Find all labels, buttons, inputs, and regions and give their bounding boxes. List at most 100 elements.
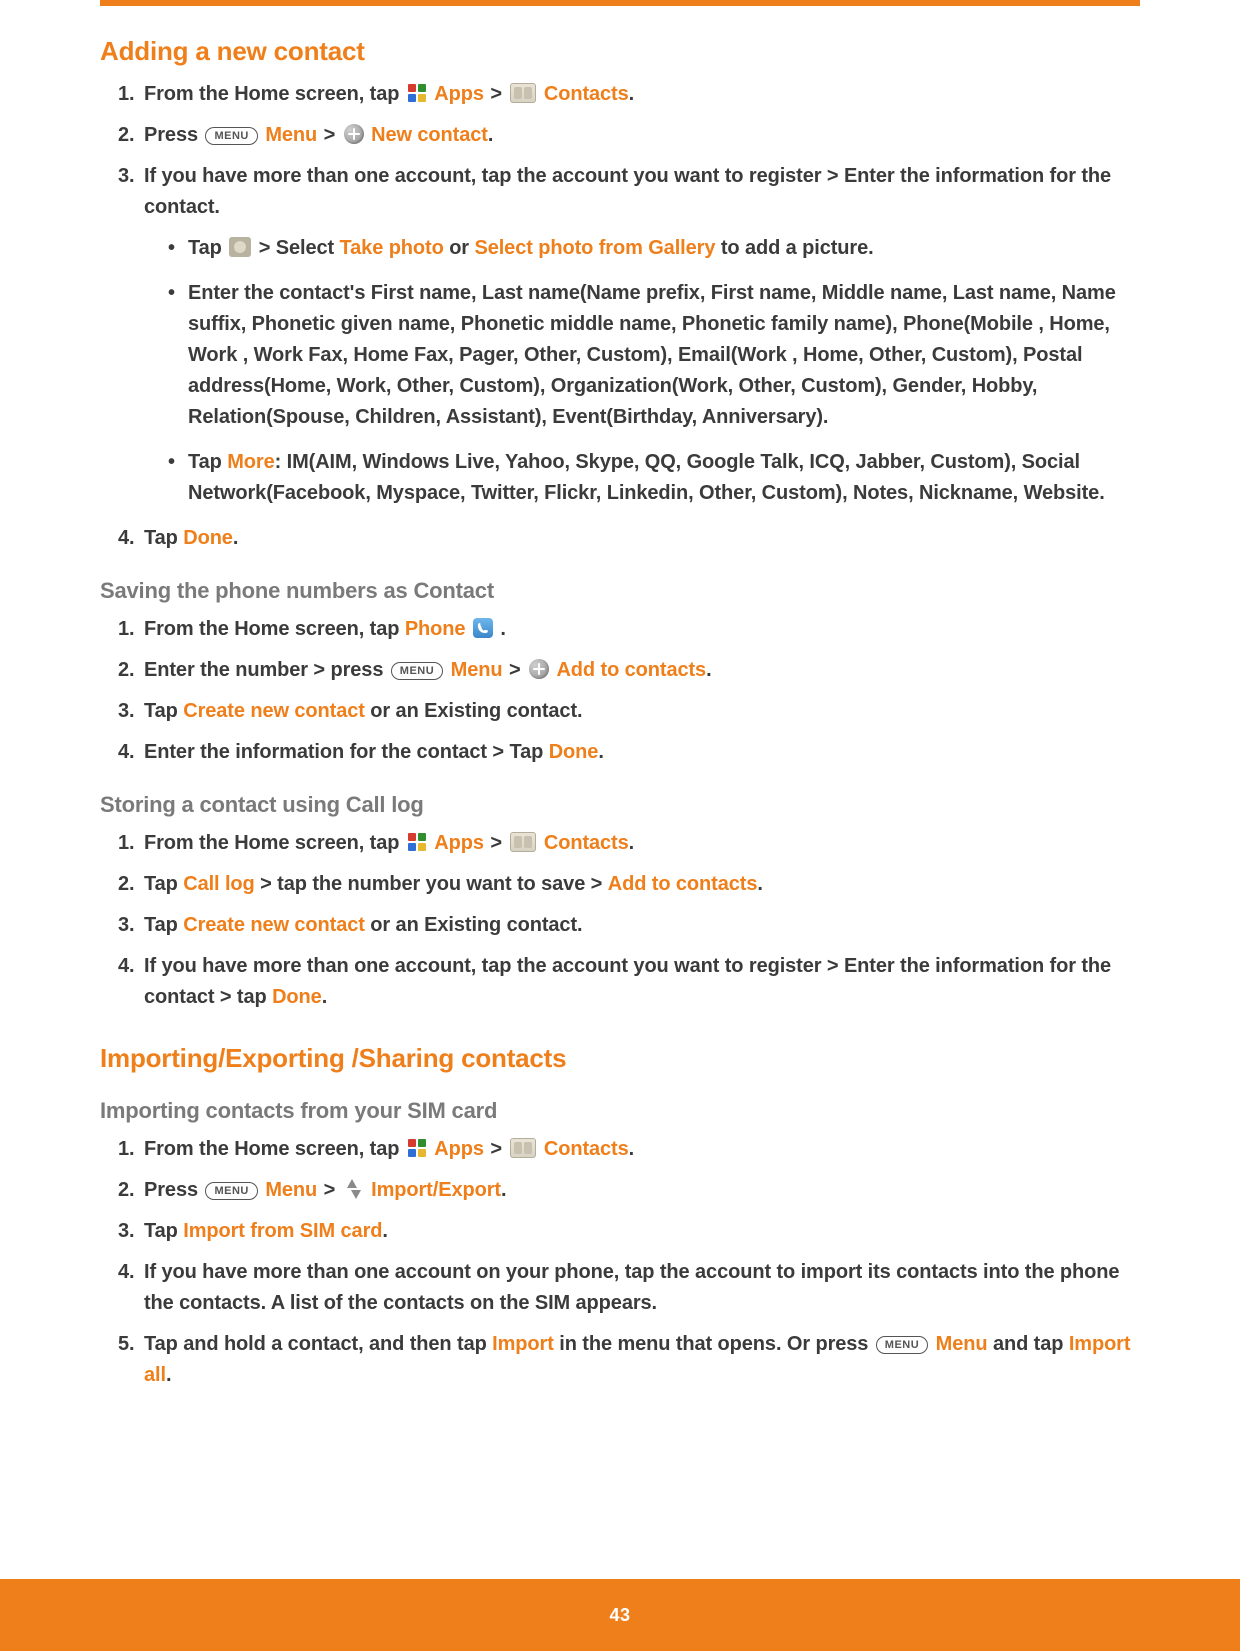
substeps: Tap > Select Take photo or Select photo … xyxy=(164,233,1140,509)
contacts-icon xyxy=(510,83,536,103)
keyword-take-photo: Take photo xyxy=(340,237,444,259)
text: . xyxy=(629,832,634,854)
text: . xyxy=(501,1179,506,1201)
heading-storing-call-log: Storing a contact using Call log xyxy=(100,792,1140,818)
keyword-apps: Apps xyxy=(434,832,484,854)
separator: > xyxy=(490,1138,507,1160)
keyword-contacts: Contacts xyxy=(544,1138,629,1160)
text: . xyxy=(706,659,711,681)
text: . xyxy=(488,124,493,146)
step: From the Home screen, tap Apps > Contact… xyxy=(118,1134,1140,1165)
text: . xyxy=(382,1220,387,1242)
text: Tap xyxy=(144,873,183,895)
keyword-import: Import xyxy=(492,1333,554,1355)
keyword-create-new-contact: Create new contact xyxy=(183,700,365,722)
keyword-menu: Menu xyxy=(265,124,317,146)
substep: Tap More: IM(AIM, Windows Live, Yahoo, S… xyxy=(164,447,1140,509)
text: . xyxy=(629,1138,634,1160)
steps-call-log: From the Home screen, tap Apps > Contact… xyxy=(118,828,1140,1013)
keyword-import-export: Import/Export xyxy=(371,1179,501,1201)
step: From the Home screen, tap Apps > Contact… xyxy=(118,828,1140,859)
text: Press xyxy=(144,1179,203,1201)
menu-key-icon: MENU xyxy=(205,127,257,145)
text: . xyxy=(598,741,603,763)
steps-import-sim: From the Home screen, tap Apps > Contact… xyxy=(118,1134,1140,1391)
keyword-done: Done xyxy=(183,527,233,549)
keyword-call-log: Call log xyxy=(183,873,254,895)
text: and tap xyxy=(987,1333,1068,1355)
text: If you have more than one account on you… xyxy=(144,1261,1119,1314)
text: Press xyxy=(144,124,203,146)
separator: > xyxy=(490,832,507,854)
keyword-select-photo-gallery: Select photo from Gallery xyxy=(474,237,715,259)
import-export-icon xyxy=(344,1179,364,1199)
text: Tap and hold a contact, and then tap xyxy=(144,1333,492,1355)
step: If you have more than one account, tap t… xyxy=(118,951,1140,1013)
keyword-contacts: Contacts xyxy=(544,832,629,854)
steps-adding-contact: From the Home screen, tap Apps > Contact… xyxy=(118,79,1140,554)
separator: > xyxy=(490,83,507,105)
text: Enter the contact's First name, Last nam… xyxy=(188,282,1116,428)
text: . xyxy=(495,618,506,640)
apps-icon xyxy=(407,1138,427,1158)
step: Tap Create new contact or an Existing co… xyxy=(118,696,1140,727)
keyword-menu: Menu xyxy=(265,1179,317,1201)
keyword-phone: Phone xyxy=(405,618,466,640)
keyword-import-from-sim: Import from SIM card xyxy=(183,1220,382,1242)
menu-key-icon: MENU xyxy=(391,662,443,680)
text: . xyxy=(629,83,634,105)
text: Tap xyxy=(188,237,227,259)
menu-key-icon: MENU xyxy=(876,1336,928,1354)
step: Tap Call log > tap the number you want t… xyxy=(118,869,1140,900)
text: . xyxy=(322,986,327,1008)
text: in the menu that opens. Or press xyxy=(554,1333,874,1355)
separator: > xyxy=(509,659,526,681)
step: Tap Create new contact or an Existing co… xyxy=(118,910,1140,941)
steps-saving-numbers: From the Home screen, tap Phone . Enter … xyxy=(118,614,1140,768)
step: Enter the number > press MENU Menu > Add… xyxy=(118,655,1140,686)
text: Tap xyxy=(188,451,227,473)
keyword-apps: Apps xyxy=(434,83,484,105)
keyword-contacts: Contacts xyxy=(544,83,629,105)
substep: Enter the contact's First name, Last nam… xyxy=(164,278,1140,433)
step: From the Home screen, tap Phone . xyxy=(118,614,1140,645)
keyword-add-to-contacts: Add to contacts xyxy=(608,873,758,895)
heading-import-export: Importing/Exporting /Sharing contacts xyxy=(100,1043,1140,1074)
step: Tap and hold a contact, and then tap Imp… xyxy=(118,1329,1140,1391)
page-footer: 43 xyxy=(0,1579,1240,1651)
keyword-new-contact: New contact xyxy=(371,124,488,146)
text: > Select xyxy=(259,237,340,259)
step: Press MENU Menu > New contact. xyxy=(118,120,1140,151)
step: Tap Done. xyxy=(118,523,1140,554)
step: If you have more than one account, tap t… xyxy=(118,161,1140,509)
top-rule xyxy=(100,0,1140,6)
heading-adding-contact: Adding a new contact xyxy=(100,36,1140,67)
menu-key-icon: MENU xyxy=(205,1182,257,1200)
text: From the Home screen, tap xyxy=(144,832,405,854)
text: to add a picture. xyxy=(721,237,874,259)
text: or an Existing contact. xyxy=(365,914,583,936)
substep: Tap > Select Take photo or Select photo … xyxy=(164,233,1140,264)
text: . xyxy=(166,1364,171,1386)
text: Tap xyxy=(144,914,183,936)
step: Press MENU Menu > Import/Export. xyxy=(118,1175,1140,1206)
text: Tap xyxy=(144,700,183,722)
plus-icon xyxy=(344,124,364,144)
text: . xyxy=(757,873,762,895)
separator: > xyxy=(324,124,341,146)
page: Adding a new contact From the Home scree… xyxy=(0,0,1240,1651)
keyword-more: More xyxy=(227,451,274,473)
step: If you have more than one account on you… xyxy=(118,1257,1140,1319)
keyword-add-to-contacts: Add to contacts xyxy=(556,659,706,681)
step: Enter the information for the contact > … xyxy=(118,737,1140,768)
separator: > xyxy=(324,1179,341,1201)
text: or xyxy=(449,237,474,259)
text: . xyxy=(233,527,238,549)
step: From the Home screen, tap Apps > Contact… xyxy=(118,79,1140,110)
text: Tap xyxy=(144,1220,183,1242)
heading-import-sim: Importing contacts from your SIM card xyxy=(100,1098,1140,1124)
photo-icon xyxy=(229,237,251,257)
keyword-done: Done xyxy=(549,741,599,763)
heading-saving-numbers: Saving the phone numbers as Contact xyxy=(100,578,1140,604)
keyword-menu: Menu xyxy=(936,1333,988,1355)
